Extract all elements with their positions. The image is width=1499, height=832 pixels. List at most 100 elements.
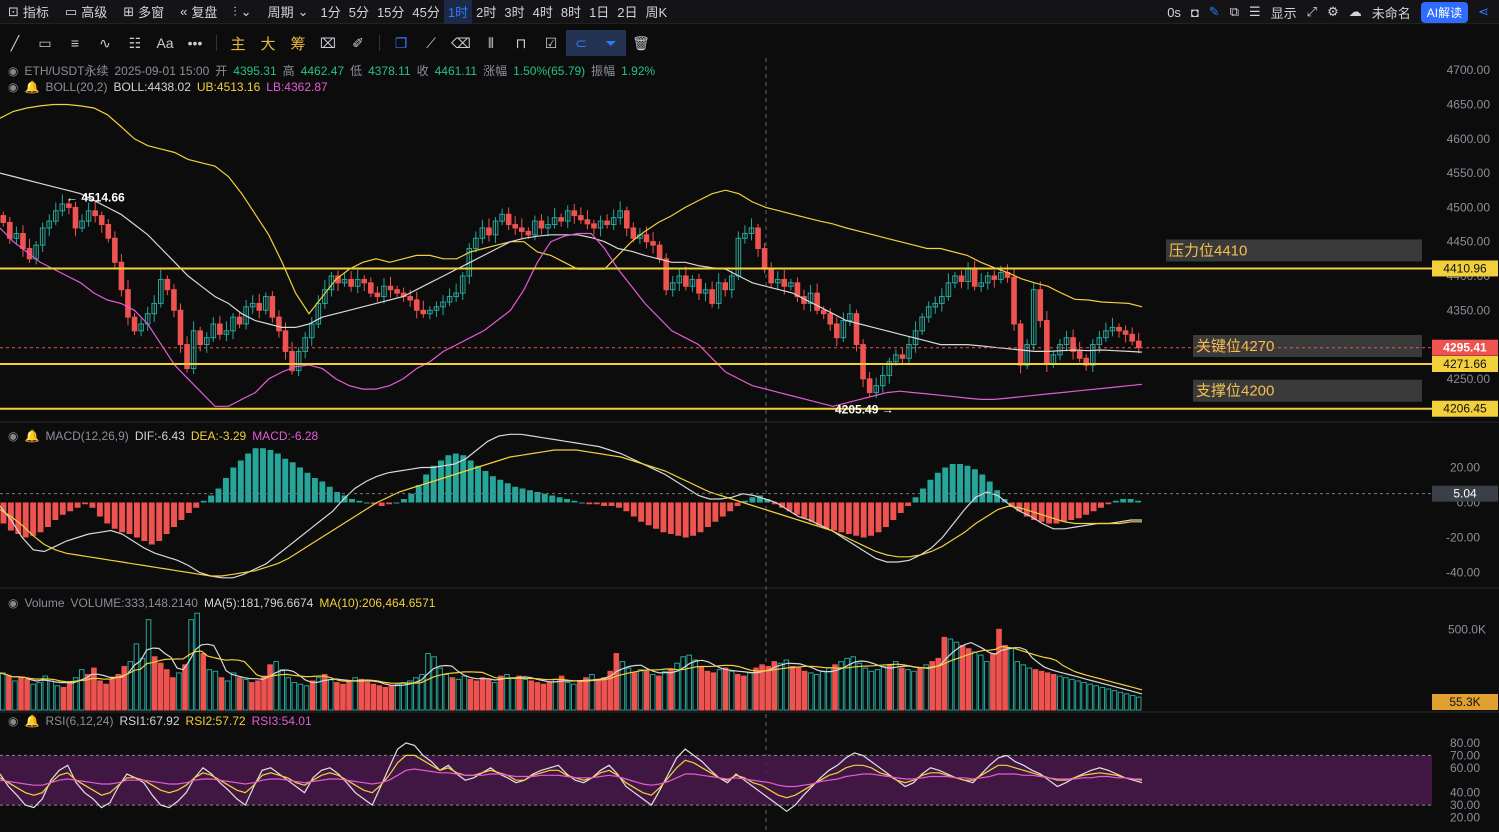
amplitude-value: 1.92% bbox=[621, 63, 656, 78]
big-order-button[interactable]: 大 bbox=[253, 30, 283, 56]
candle-body bbox=[1122, 330, 1129, 335]
candles-setting-icon[interactable]: ⫴ bbox=[476, 30, 506, 56]
macd-histogram-bar bbox=[96, 502, 103, 517]
bell-icon[interactable]: 🔔 bbox=[24, 714, 39, 728]
lock-icon[interactable]: ⊓ bbox=[506, 30, 536, 56]
macd-tick-label: -40.00 bbox=[1446, 566, 1480, 580]
interval-tab-11[interactable]: 周K bbox=[642, 0, 672, 24]
macd-histogram-bar bbox=[734, 502, 741, 506]
share-icon[interactable]: ⋖ bbox=[1478, 4, 1489, 20]
text-tool[interactable]: Aa bbox=[150, 30, 180, 56]
interval-tab-0[interactable]: 1分 bbox=[316, 0, 344, 24]
macd-name[interactable]: MACD(12,26,9) bbox=[45, 429, 128, 443]
macd-histogram-bar bbox=[408, 493, 415, 503]
volume-bar bbox=[662, 670, 668, 711]
interval-tab-10[interactable]: 2日 bbox=[613, 0, 641, 24]
volume-bar bbox=[1069, 678, 1075, 711]
macd-histogram-bar bbox=[126, 502, 133, 534]
volume-bar bbox=[249, 682, 255, 711]
multi-window-button[interactable]: ⊞ 多窗 bbox=[115, 0, 172, 24]
open-value: 4395.31 bbox=[233, 63, 277, 78]
macd-histogram-bar bbox=[289, 462, 296, 503]
interval-tab-8[interactable]: 8时 bbox=[557, 0, 585, 24]
rsi2-value: RSI2:57.72 bbox=[185, 714, 246, 728]
note-icon[interactable]: ☑ bbox=[536, 30, 566, 56]
chart-icon: ⊡ bbox=[8, 3, 19, 19]
volume-bar bbox=[352, 677, 358, 711]
more-tools[interactable]: ••• bbox=[180, 30, 210, 56]
interval-tab-4[interactable]: 1时 bbox=[443, 0, 473, 24]
volume-bar bbox=[261, 675, 267, 711]
trend-line-icon[interactable]: ╱ bbox=[0, 30, 30, 56]
ruler-icon[interactable]: ⟋ bbox=[416, 30, 446, 56]
candle-body bbox=[991, 275, 998, 280]
period-dropdown[interactable]: 周期 ⌄ bbox=[260, 0, 317, 24]
eye-icon[interactable]: ◉ bbox=[8, 596, 18, 610]
macd-histogram-bar bbox=[1083, 502, 1090, 515]
advanced-button[interactable]: ▭ 高级 bbox=[57, 0, 115, 24]
macd-histogram-bar bbox=[549, 495, 556, 503]
candle-body bbox=[1011, 276, 1017, 325]
candle-body bbox=[112, 237, 118, 263]
macd-tick-label: 20.00 bbox=[1450, 461, 1480, 475]
interval-tab-6[interactable]: 3时 bbox=[500, 0, 528, 24]
bell-icon[interactable]: 🔔 bbox=[24, 80, 39, 94]
eraser-icon[interactable]: ⌫ bbox=[446, 30, 476, 56]
main-force-button[interactable]: 主 bbox=[223, 30, 253, 56]
settings-icon[interactable]: ⚙ bbox=[1327, 4, 1339, 20]
volume-bar bbox=[856, 662, 863, 711]
replay-button[interactable]: «复盘 bbox=[172, 0, 225, 24]
fib-icon[interactable]: ☷ bbox=[120, 30, 150, 56]
filter-icon[interactable]: ⏷ bbox=[596, 30, 626, 56]
parallel-lines-icon[interactable]: ≡ bbox=[60, 30, 90, 56]
candle-body bbox=[512, 224, 519, 229]
volume-value: VOLUME:333,148.2140 bbox=[70, 596, 198, 610]
interval-tab-7[interactable]: 4时 bbox=[529, 0, 557, 24]
macd-histogram-bar bbox=[311, 478, 318, 503]
candle-body bbox=[591, 223, 597, 229]
ai-read-button[interactable]: AI解读 bbox=[1420, 1, 1469, 23]
edit-icon[interactable]: ⌧ bbox=[313, 30, 343, 56]
display-button[interactable]: 显示 bbox=[1271, 3, 1297, 22]
chips-button[interactable]: 筹 bbox=[283, 30, 313, 56]
rectangle-icon[interactable]: ▭ bbox=[30, 30, 60, 56]
eye-icon[interactable]: ◉ bbox=[8, 429, 18, 443]
divider bbox=[216, 35, 217, 51]
copy-icon[interactable]: ❐ bbox=[386, 30, 416, 56]
magnet-icon[interactable]: ⊂ bbox=[566, 30, 596, 56]
candle-body bbox=[407, 296, 413, 301]
rsi-tick-label: 60.00 bbox=[1450, 761, 1480, 775]
macd-histogram-bar bbox=[823, 502, 830, 529]
volume-bar bbox=[121, 665, 128, 711]
volume-name[interactable]: Volume bbox=[24, 596, 64, 610]
pencil-icon[interactable]: ✎ bbox=[1209, 4, 1220, 20]
interval-tab-2[interactable]: 15分 bbox=[373, 0, 408, 24]
rsi-name[interactable]: RSI(6,12,24) bbox=[45, 714, 113, 728]
chart-type-button[interactable]: ⫶ ⌄ bbox=[225, 0, 259, 24]
fullscreen-icon[interactable]: ⤢ bbox=[1307, 4, 1317, 20]
candle-body bbox=[177, 309, 184, 346]
eye-icon[interactable]: ◉ bbox=[8, 64, 18, 78]
candle-body bbox=[98, 215, 105, 226]
interval-tab-5[interactable]: 2时 bbox=[472, 0, 500, 24]
interval-tab-1[interactable]: 5分 bbox=[345, 0, 373, 24]
brush-icon[interactable]: ✐ bbox=[343, 30, 373, 56]
interval-tab-3[interactable]: 45分 bbox=[408, 0, 443, 24]
indicators-button[interactable]: ⊡ 指标 bbox=[0, 0, 57, 24]
list-icon[interactable]: ☰ bbox=[1249, 4, 1261, 20]
volume-bar bbox=[1075, 680, 1081, 711]
popout-icon[interactable]: ⧉ bbox=[1230, 4, 1239, 20]
candle-body bbox=[604, 220, 610, 226]
eye-icon[interactable]: ◉ bbox=[8, 714, 18, 728]
bell-icon[interactable]: 🔔 bbox=[24, 429, 39, 443]
wave-icon[interactable]: ∿ bbox=[90, 30, 120, 56]
boll-ub-value: UB:4513.16 bbox=[196, 80, 261, 94]
trash-icon[interactable]: 🗑 bbox=[626, 30, 656, 56]
layout-name-dropdown[interactable]: 未命名 bbox=[1372, 3, 1411, 22]
eye-icon[interactable]: ◉ bbox=[8, 80, 18, 94]
interval-tab-9[interactable]: 1日 bbox=[585, 0, 613, 24]
boll-name[interactable]: BOLL(20,2) bbox=[45, 80, 107, 94]
boll-upper-line bbox=[0, 103, 1143, 315]
macd-histogram-bar bbox=[586, 502, 593, 505]
camera-icon[interactable]: ◘ bbox=[1191, 5, 1199, 20]
